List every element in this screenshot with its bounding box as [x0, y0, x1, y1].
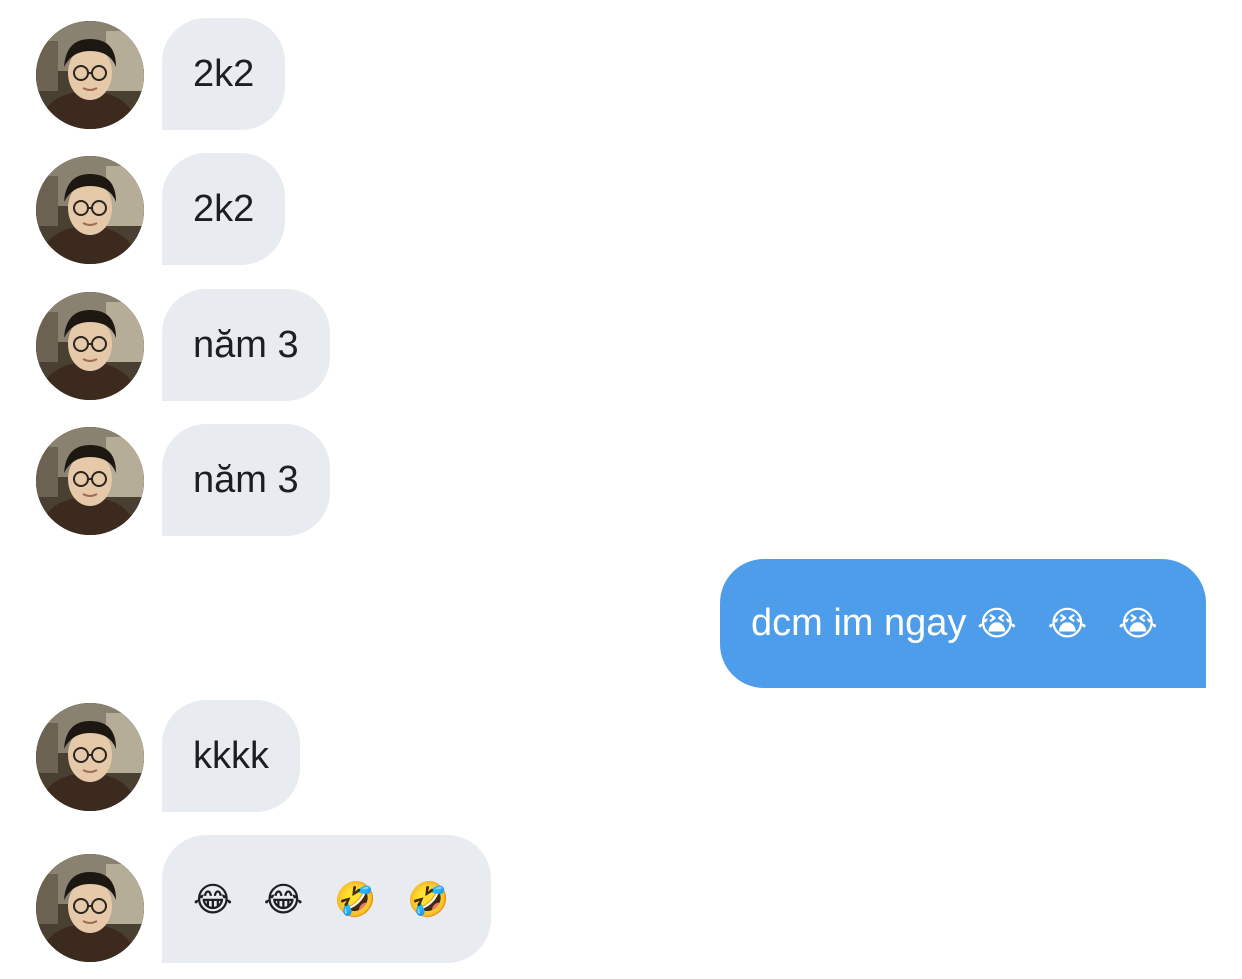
avatar[interactable]	[36, 156, 144, 264]
message-text: năm 3	[193, 459, 299, 501]
crying-emoji-icon: 😭 😭 😭	[976, 604, 1168, 644]
incoming-message-bubble[interactable]: năm 3	[162, 289, 330, 401]
avatar[interactable]	[36, 292, 144, 400]
avatar[interactable]	[36, 703, 144, 811]
message-text: năm 3	[193, 324, 299, 366]
message-text: 2k2	[193, 188, 255, 230]
avatar[interactable]	[36, 21, 144, 129]
incoming-message-bubble[interactable]: 2k2	[162, 18, 286, 130]
outgoing-message-bubble[interactable]: dcm im ngay 😭 😭 😭	[720, 559, 1206, 688]
incoming-message-bubble[interactable]: 😂 😂 🤣 🤣	[162, 835, 491, 963]
message-text: kkkk	[193, 735, 269, 777]
incoming-message-bubble[interactable]: năm 3	[162, 424, 330, 536]
laughing-emoji-icon: 😂 😂 🤣 🤣	[193, 880, 460, 920]
incoming-message-bubble[interactable]: kkkk	[162, 700, 300, 812]
avatar[interactable]	[36, 854, 144, 962]
message-text: dcm im ngay	[751, 602, 967, 644]
message-text: 2k2	[193, 53, 255, 95]
avatar[interactable]	[36, 427, 144, 535]
incoming-message-bubble[interactable]: 2k2	[162, 153, 286, 265]
